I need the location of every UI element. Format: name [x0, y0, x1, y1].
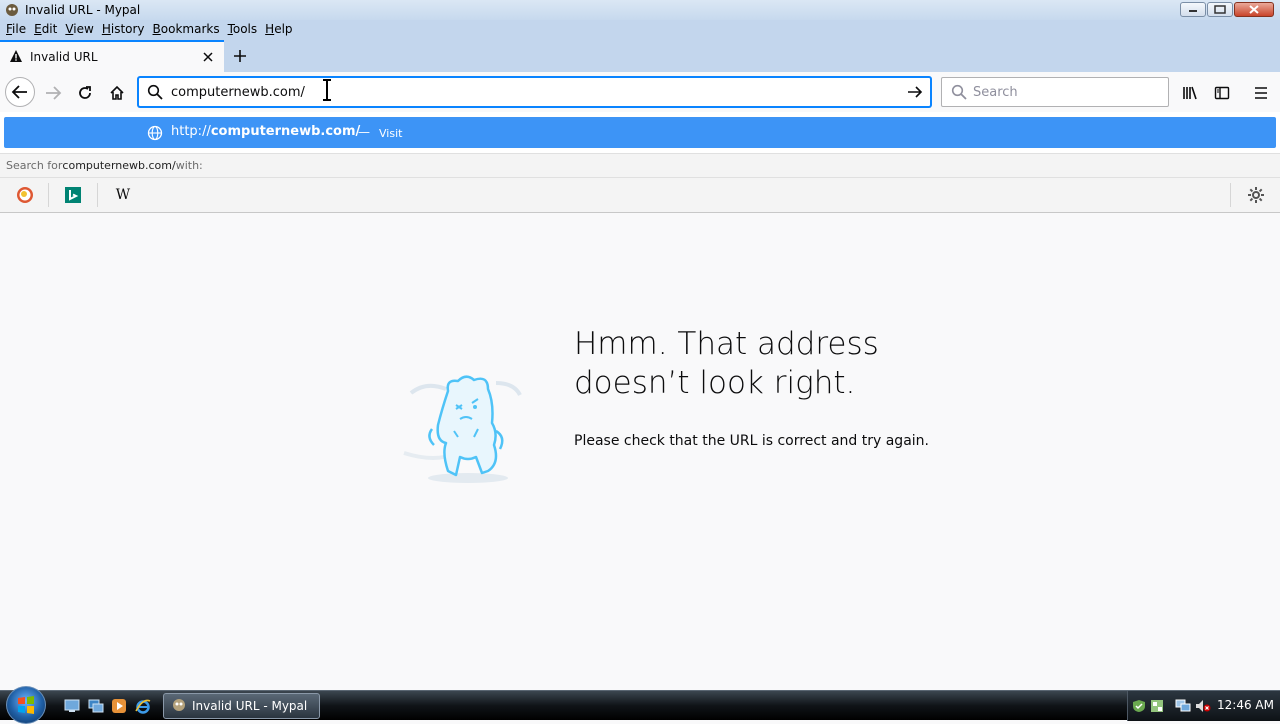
menu-history[interactable]: History: [98, 22, 149, 36]
text-cursor-icon: [322, 79, 332, 101]
menu-bookmarks[interactable]: Bookmarks: [149, 22, 224, 36]
autocomplete-action: Visit: [379, 127, 403, 140]
autocomplete-separator: —: [358, 125, 370, 139]
go-arrow-icon[interactable]: [906, 84, 924, 100]
new-tab-button[interactable]: [230, 46, 250, 66]
error-page: Hmm. That address doesn’t look right. Pl…: [0, 213, 1280, 690]
search-with-label: Search for computernewb.com/ with:: [0, 153, 1280, 178]
menu-view[interactable]: View: [61, 22, 97, 36]
mypal-app-icon: [172, 698, 186, 715]
maximize-button[interactable]: [1207, 2, 1233, 17]
switch-windows-icon[interactable]: [87, 697, 105, 715]
window-title: Invalid URL - Mypal: [25, 3, 141, 17]
library-icon[interactable]: [1176, 79, 1204, 107]
media-player-icon[interactable]: [110, 697, 128, 715]
menu-edit[interactable]: Edit: [30, 22, 61, 36]
hamburger-menu-icon[interactable]: [1247, 79, 1275, 107]
menu-bar: File Edit View History Bookmarks Tools Help: [0, 20, 1280, 38]
warning-icon: [9, 49, 23, 66]
autocomplete-visit-row[interactable]: http://computernewb.com/ — Visit: [4, 117, 1276, 148]
show-desktop-icon[interactable]: [63, 697, 81, 715]
system-tray: 12:46 AM: [1127, 691, 1280, 721]
forward-button[interactable]: [39, 79, 67, 107]
start-button[interactable]: [6, 686, 46, 724]
minimize-button[interactable]: [1180, 2, 1206, 17]
sidebar-icon[interactable]: [1208, 79, 1236, 107]
address-bar-text[interactable]: computernewb.com/: [171, 85, 906, 100]
url-autocomplete-popup: http://computernewb.com/ — Visit Search …: [0, 112, 1280, 213]
close-tab-icon[interactable]: [200, 49, 216, 65]
volume-muted-icon[interactable]: [1195, 698, 1211, 714]
home-button[interactable]: [103, 79, 131, 107]
error-title: Hmm. That address doesn’t look right.: [574, 326, 879, 401]
search-bar[interactable]: Search: [941, 77, 1169, 107]
tab-invalid-url[interactable]: Invalid URL: [0, 40, 224, 72]
wikipedia-icon[interactable]: W: [112, 184, 134, 206]
confused-critter-illustration: [396, 353, 536, 493]
search-placeholder: Search: [973, 84, 1018, 100]
autocomplete-url: http://computernewb.com/: [171, 124, 361, 139]
taskbar-button-mypal[interactable]: Invalid URL - Mypal: [163, 693, 320, 719]
taskbar-button-label: Invalid URL - Mypal: [192, 699, 308, 713]
title-bar: Invalid URL - Mypal: [0, 0, 1280, 20]
network-icon[interactable]: [1175, 698, 1191, 714]
globe-icon: [147, 125, 163, 141]
reload-button[interactable]: [71, 79, 99, 107]
menu-tools[interactable]: Tools: [224, 22, 262, 36]
close-window-button[interactable]: [1234, 2, 1274, 17]
menu-help[interactable]: Help: [261, 22, 296, 36]
search-icon: [951, 84, 967, 100]
navigation-bar: computernewb.com/ Search: [0, 72, 1280, 112]
internet-explorer-icon[interactable]: [134, 697, 152, 715]
windows-update-icon[interactable]: [1149, 698, 1165, 714]
clock[interactable]: 12:46 AM: [1217, 698, 1274, 712]
search-icon: [147, 84, 163, 100]
back-button[interactable]: [5, 77, 35, 107]
error-description: Please check that the URL is correct and…: [574, 433, 929, 449]
menu-file[interactable]: File: [2, 22, 30, 36]
duckduckgo-icon[interactable]: [14, 184, 36, 206]
tab-bar: Invalid URL: [0, 38, 1280, 72]
mypal-app-icon: [4, 2, 20, 18]
search-settings-gear-icon[interactable]: [1245, 184, 1267, 206]
tab-label: Invalid URL: [30, 50, 98, 64]
one-off-search-engines: W: [0, 178, 1280, 212]
security-shield-icon[interactable]: [1131, 698, 1147, 714]
taskbar: Invalid URL - Mypal 12:46 AM: [0, 686, 1280, 724]
address-bar[interactable]: computernewb.com/: [138, 77, 931, 107]
bing-icon[interactable]: [62, 184, 84, 206]
